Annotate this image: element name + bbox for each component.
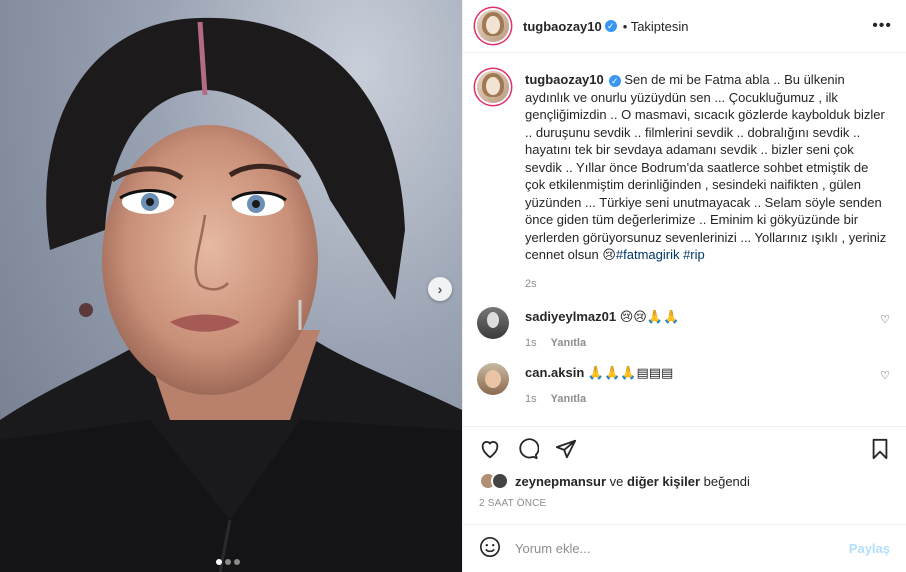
- liker-avatar: [491, 472, 509, 490]
- post-timestamp[interactable]: 2 SAAT ÖNCE: [463, 492, 906, 524]
- author-avatar[interactable]: [477, 10, 509, 42]
- comment-text: 🙏🙏🙏▤▤▤: [587, 365, 674, 380]
- comments-list: tugbaozay10 ✓ Sen de mi be Fatma abla .. …: [463, 53, 906, 424]
- verified-icon: ✓: [608, 74, 621, 87]
- comment-time[interactable]: 1s: [525, 393, 537, 405]
- caption-avatar[interactable]: [477, 71, 509, 103]
- carousel-dot: [216, 559, 222, 565]
- comment-username[interactable]: can.aksin: [525, 365, 584, 380]
- like-comment-heart-icon[interactable]: ♡: [880, 313, 890, 326]
- save-bookmark-icon[interactable]: [870, 438, 890, 460]
- follow-status-label: Takiptesin: [630, 18, 689, 34]
- next-image-button[interactable]: ›: [428, 277, 452, 301]
- caption-username[interactable]: tugbaozay10: [525, 72, 604, 87]
- like-comment-heart-icon[interactable]: ♡: [880, 369, 890, 382]
- emoji-smiley-icon[interactable]: [479, 536, 501, 561]
- comment-time[interactable]: 1s: [525, 337, 537, 349]
- carousel-indicator: [216, 559, 240, 565]
- likes-connector: ve: [609, 473, 624, 489]
- share-paper-plane-icon[interactable]: [555, 438, 577, 460]
- commenter-avatar[interactable]: [477, 307, 509, 339]
- post-caption: tugbaozay10 ✓ Sen de mi be Fatma abla .. …: [477, 71, 890, 293]
- likes-summary: zeynepmansur ve diğer kişiler beğendi: [463, 470, 906, 492]
- post-comment-button[interactable]: Paylaş: [849, 541, 890, 556]
- other-likers-link[interactable]: diğer kişiler: [627, 474, 700, 489]
- verified-icon: ✓: [604, 20, 617, 32]
- comment-input[interactable]: [515, 541, 849, 556]
- post-dialog: › tugbaozay10 ✓ • Takiptesin ••• tugbaoz…: [0, 0, 906, 572]
- comment-text: 😢😢🙏🙏: [619, 309, 680, 324]
- caption-time[interactable]: 2s: [525, 276, 890, 294]
- reply-button[interactable]: Yanıtla: [551, 393, 586, 405]
- commenter-avatar[interactable]: [477, 363, 509, 395]
- like-heart-icon[interactable]: [479, 438, 501, 460]
- post-actions-bar: [463, 426, 906, 470]
- comment-username[interactable]: sadiyeylmaz01: [525, 309, 616, 324]
- portrait-image: [0, 17, 462, 572]
- caption-hashtags[interactable]: #fatmagirik #rip: [616, 247, 705, 262]
- post-header: tugbaozay10 ✓ • Takiptesin •••: [463, 0, 906, 53]
- comment-bubble-icon[interactable]: [517, 437, 539, 460]
- post-photo[interactable]: ›: [0, 0, 462, 572]
- caption-text: Sen de mi be Fatma abla .. Bu ülkenin ay…: [525, 72, 887, 262]
- first-liker-username[interactable]: zeynepmansur: [515, 474, 606, 489]
- carousel-dot: [225, 559, 231, 565]
- post-side-panel: tugbaozay10 ✓ • Takiptesin ••• tugbaozay…: [462, 0, 906, 572]
- carousel-dot: [234, 559, 240, 565]
- follow-status[interactable]: • Takiptesin: [623, 19, 689, 34]
- comment-item: can.aksin 🙏🙏🙏▤▤▤ 1s Yanıtla ♡: [477, 363, 890, 405]
- more-options-icon[interactable]: •••: [872, 17, 892, 35]
- author-username[interactable]: tugbaozay10: [523, 19, 602, 34]
- likes-suffix: beğendi: [703, 473, 750, 489]
- reply-button[interactable]: Yanıtla: [551, 337, 586, 349]
- add-comment-bar: Paylaş: [463, 524, 906, 572]
- comment-item: sadiyeylmaz01 😢😢🙏🙏 1s Yanıtla ♡: [477, 307, 890, 349]
